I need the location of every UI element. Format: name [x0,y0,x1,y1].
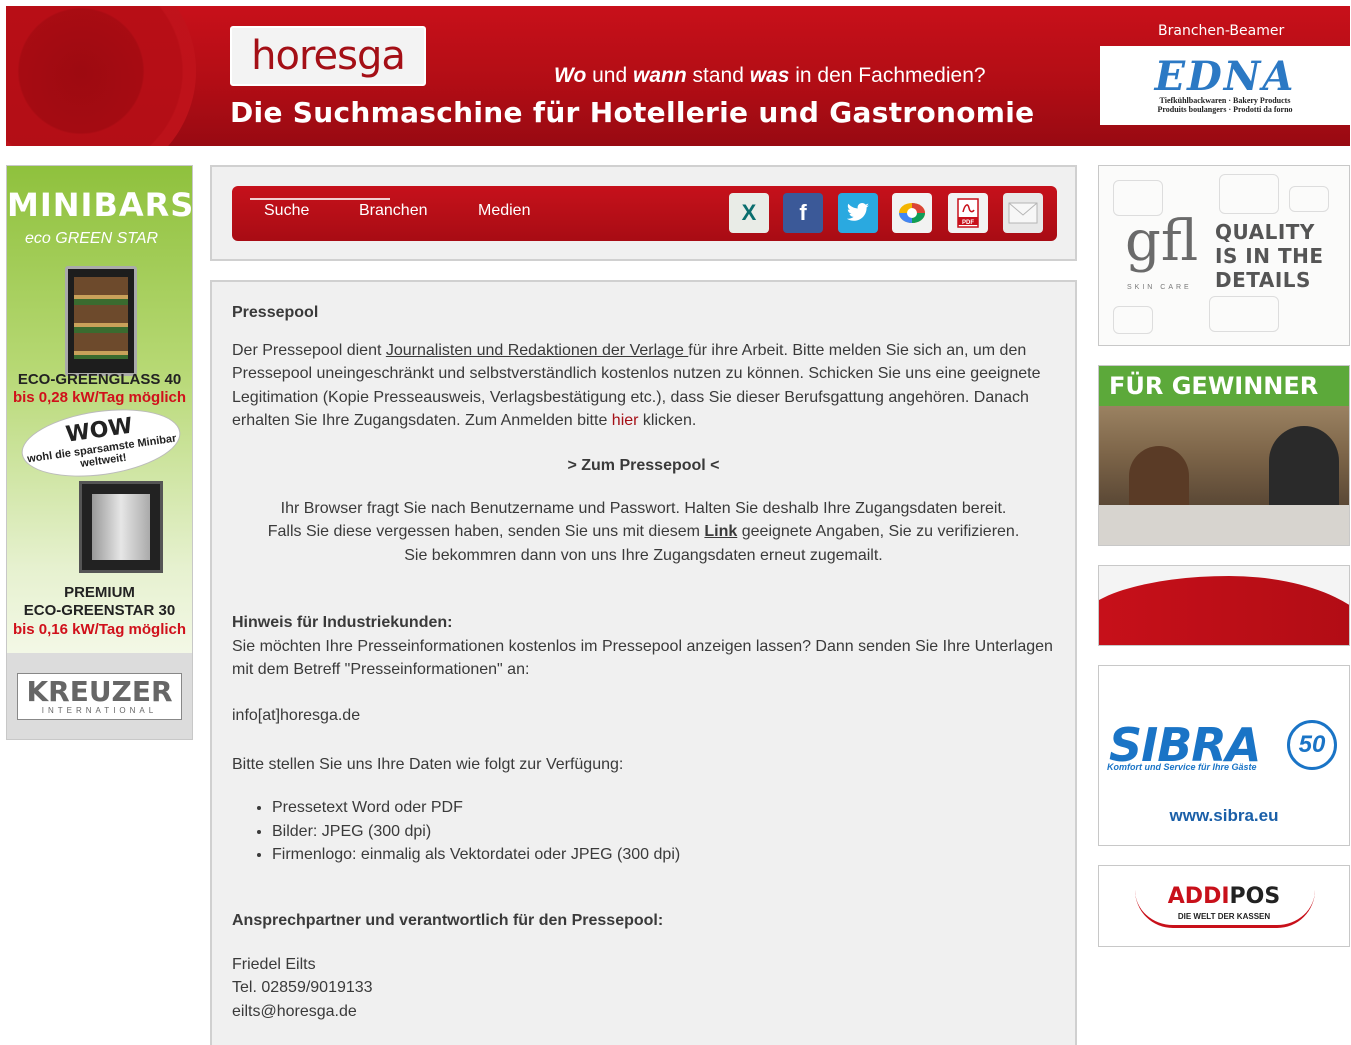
nav-highlight-line [250,198,390,200]
contact-block: Friedel Eilts Tel. 02859/9019133 eilts@h… [232,953,1055,1023]
gfl-slogan-line: IS IN THE [1215,244,1324,268]
product-1-name: ECO-GREENGLASS 40 [17,371,182,388]
list-item: Firmenlogo: einmalig als Vektordatei ode… [272,843,1055,866]
gfl-logo: gfl [1125,209,1199,274]
pdf-icon[interactable]: PDF [948,193,988,233]
zum-pressepool-link[interactable]: > Zum Pressepool < [232,454,1055,477]
gfl-subtitle: SKIN CARE [1127,284,1192,291]
browser-notice: Ihr Browser fragt Sie nach Benutzername … [232,497,1055,567]
requirements-list: Pressetext Word oder PDF Bilder: JPEG (3… [232,796,1055,866]
sibra-50-badge: 50 [1287,720,1337,770]
intro-text: klicken. [638,412,697,430]
browser-line-2: Falls Sie diese vergessen haben, senden … [232,520,1055,543]
slogan-line-2: Die Suchmaschine für Hotellerie und Gast… [230,96,1035,129]
site-header: horesga Wo und wann stand was in den Fac… [6,6,1350,146]
horesga-logo[interactable]: horesga [230,26,426,86]
product-2-line-2: ECO-GREENSTAR 30 [23,602,176,620]
gewinner-banner: FÜR GEWINNER [1099,366,1349,406]
list-item: Bilder: JPEG (300 dpi) [272,820,1055,843]
wave-graphic [1099,576,1349,645]
product-2-sub: bis 0,16 kW/Tag möglich [12,620,187,638]
edna-subtitle-2: Produits boulangers · Prodotti da forno [1157,104,1293,114]
navigation-panel: Suche Branchen Medien X f PDF [210,165,1077,261]
gfl-slogan-line: QUALITY [1215,220,1315,244]
edna-ad[interactable]: EDNA Tiefkühlbackwaren · Bakery Products… [1100,46,1350,125]
gfl-slogan: QUALITY IS IN THE DETAILS [1215,220,1324,292]
slogan-text: in den Fachmedien? [789,64,986,87]
wow-badge: WOW wohl die sparsamste Minibar weltweit… [17,400,185,486]
industry-notice: Hinweis für Industriekunden: Sie möchten… [232,611,1055,681]
minibar-ad[interactable]: MINIBARS eco GREEN STAR ECO-GREENGLASS 4… [6,165,193,740]
slogan-text: stand [686,64,750,87]
list-item: Pressetext Word oder PDF [272,796,1055,819]
xing-icon[interactable]: X [729,193,769,233]
edna-logo: EDNA [1154,52,1296,100]
industry-notice-title: Hinweis für Industriekunden: [232,614,453,632]
journalisten-link[interactable]: Journalisten und Redaktionen der Verlage [386,342,688,359]
industry-notice-text: Sie möchten Ihre Presseinformationen kos… [232,637,1053,679]
sibra-url: www.sibra.eu [1169,806,1279,825]
facebook-icon[interactable]: f [783,193,823,233]
kreuzer-logo: KREUZER INTERNATIONAL [7,653,192,739]
product-1-sub: bis 0,28 kW/Tag möglich [12,389,187,406]
branchen-beamer-label: Branchen-Beamer [1158,23,1285,39]
page-title: Pressepool [232,304,319,321]
addipos-ad[interactable]: ADDIPOS DIE WELT DER KASSEN [1098,865,1350,947]
sibra-slogan: Komfort und Service für Ihre Gäste [1107,762,1257,772]
gewinner-ad[interactable]: FÜR GEWINNER [1098,365,1350,546]
kreuzer-subtext: INTERNATIONAL [41,705,158,715]
verify-link[interactable]: Link [704,523,737,540]
kreuzer-text: KREUZER [26,674,173,708]
twitter-icon[interactable] [838,193,878,233]
gfl-slogan-line: DETAILS [1215,268,1311,292]
intro-paragraph: Der Pressepool dient Journalisten und Re… [232,339,1055,433]
ad-product-1: ECO-GREENGLASS 40 bis 0,28 kW/Tag möglic… [7,371,192,407]
ad-product-2: PREMIUM ECO-GREENSTAR 30 bis 0,16 kW/Tag… [7,584,192,639]
browser-text: Falls Sie diese vergessen haben, senden … [267,523,705,541]
svg-text:PDF: PDF [962,220,974,226]
eye-graphic [6,6,196,146]
ad-brand: eco GREEN STAR [25,230,159,247]
slogan-line-1: Wo und wann stand was in den Fachmedien? [554,64,986,88]
mail-icon[interactable] [1003,193,1043,233]
addipos-logo-part: POS [1229,884,1281,909]
info-email-link[interactable]: info[at]horesga.de [232,704,1055,727]
slogan-text: und [586,64,633,87]
red-wave-ad[interactable] [1098,565,1350,646]
slogan-wo: Wo [554,64,587,87]
addipos-logo: ADDIPOS [1099,884,1349,909]
table-graphic [1099,505,1349,545]
main-content: Pressepool Der Pressepool dient Journali… [210,280,1077,1045]
data-request-text: Bitte stellen Sie uns Ihre Daten wie fol… [232,755,624,773]
gfl-ad[interactable]: gfl SKIN CARE QUALITY IS IN THE DETAILS [1098,165,1350,346]
google-buzz-icon[interactable] [892,193,932,233]
nav-item-medien[interactable]: Medien [478,202,530,220]
browser-line-1: Ihr Browser fragt Sie nach Benutzername … [280,500,1007,518]
ad-headline: MINIBARS [7,186,193,224]
hier-link[interactable]: hier [612,412,639,429]
product-2-line-1: PREMIUM [64,584,135,601]
minibar-image [79,481,163,573]
slogan-was: was [749,64,790,87]
browser-text: geeignete Angaben, Sie zu verifizieren. [737,523,1020,541]
contact-name: Friedel Eilts [232,955,316,973]
nav-bar: Suche Branchen Medien X f PDF [232,186,1057,241]
nav-item-suche[interactable]: Suche [264,202,309,220]
contact-title: Ansprechpartner und verantwortlich für d… [232,911,664,929]
contact-phone: Tel. 02859/9019133 [232,979,373,997]
addipos-subtitle: DIE WELT DER KASSEN [1177,912,1271,921]
nav-item-branchen[interactable]: Branchen [359,202,428,220]
contact-email-link[interactable]: eilts@horesga.de [232,1000,1055,1023]
browser-line-3: Sie bekommren dann von uns Ihre Zugangsd… [404,546,883,564]
addipos-logo-part: ADDI [1167,884,1230,909]
slogan-wann: wann [633,64,687,87]
intro-text: Der Pressepool dient [232,342,386,359]
sibra-ad[interactable]: SIBRA 50 Komfort und Service für Ihre Gä… [1098,665,1350,846]
glass-minibar-image [65,266,137,376]
logo-text: horesga [251,33,406,79]
